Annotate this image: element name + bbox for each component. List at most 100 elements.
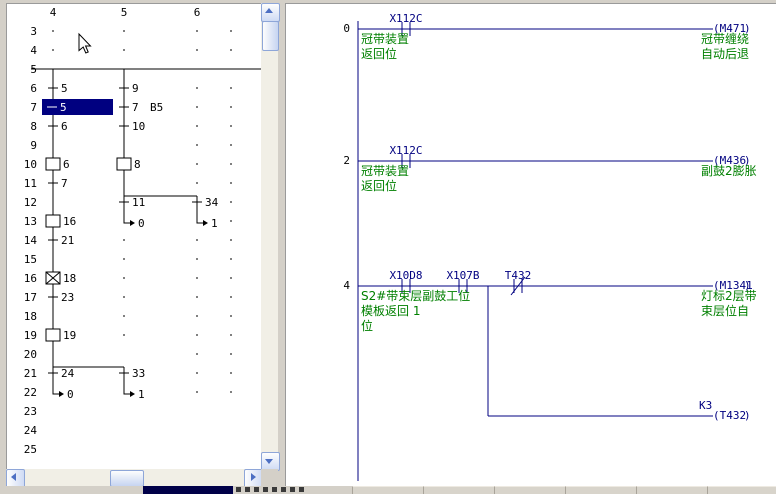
sfc-transition-21[interactable]: 21	[48, 234, 74, 247]
grid-dot	[230, 182, 232, 184]
statusbar-button[interactable]	[707, 486, 776, 494]
sfc-step-19[interactable]: 19	[46, 329, 76, 342]
sfc-transition-11[interactable]: 11	[119, 196, 145, 209]
transition-number: 6	[61, 120, 68, 133]
grid-dot	[196, 277, 198, 279]
horizontal-scroll-thumb[interactable]	[110, 470, 144, 487]
grid-dot	[196, 87, 198, 89]
step-number: 16	[63, 215, 76, 228]
sfc-jump-1[interactable]: 1	[124, 385, 145, 401]
jump-target: 0	[138, 217, 145, 230]
grid-dot	[230, 296, 232, 298]
transition-number: 7	[61, 177, 68, 190]
sfc-jump-0[interactable]: 0	[124, 214, 145, 230]
sfc-transition-7[interactable]: 7 B5	[119, 101, 163, 114]
grid-dot	[230, 258, 232, 260]
statusbar-dark-field	[143, 486, 233, 494]
sfc-transition-33[interactable]: 33	[119, 367, 145, 380]
sfc-transition-23[interactable]: 23	[48, 291, 74, 304]
sfc-row-number: 8	[30, 120, 37, 133]
statusbar-button[interactable]	[636, 486, 708, 494]
transition-number: 10	[132, 120, 145, 133]
statusbar-button[interactable]	[352, 486, 424, 494]
grid-dot	[123, 296, 125, 298]
sfc-stepx-18[interactable]: 18	[46, 272, 76, 285]
jump-target: 1	[211, 217, 218, 230]
sfc-transition-10[interactable]: 10	[119, 120, 145, 133]
mouse-cursor	[79, 34, 91, 53]
grid-dot	[196, 334, 198, 336]
arrow-left-icon	[11, 473, 16, 481]
sfc-selected-label: 5	[60, 101, 67, 114]
grid-dot	[196, 106, 198, 108]
step-number: 6	[63, 158, 70, 171]
grid-dot	[196, 125, 198, 127]
sfc-row-number: 15	[24, 253, 37, 266]
sfc-transition-5[interactable]: 5	[48, 82, 68, 95]
sfc-step-6[interactable]: 6	[46, 158, 70, 171]
sfc-row-number: 3	[30, 25, 37, 38]
grid-dot	[230, 49, 232, 51]
sfc-transition-34[interactable]: 34	[192, 196, 219, 209]
sfc-jump-1[interactable]: 1	[197, 214, 218, 230]
transition-number: 34	[205, 196, 219, 209]
ladder-editor-pane[interactable]: 0X112C冠带装置返回位(M471)冠带缠绕自动后退2X112C冠带装置返回位…	[285, 3, 776, 487]
grid-dot	[230, 334, 232, 336]
sfc-row-number: 22	[24, 386, 37, 399]
sfc-vertical-scrollbar[interactable]	[261, 3, 278, 469]
application-window: 4563456789101112131415161718192021222324…	[0, 0, 776, 494]
sfc-step-8[interactable]: 8	[117, 158, 141, 171]
grid-dot	[230, 239, 232, 241]
grid-dot	[230, 277, 232, 279]
step-number: 8	[134, 158, 141, 171]
step-number: 19	[63, 329, 76, 342]
statusbar-button[interactable]	[565, 486, 637, 494]
sfc-transition-7[interactable]: 7	[48, 177, 68, 190]
grid-dot	[196, 182, 198, 184]
transition-number: 21	[61, 234, 74, 247]
statusbar-button[interactable]	[494, 486, 566, 494]
sfc-transition-24[interactable]: 24	[48, 367, 75, 380]
scroll-up-button[interactable]	[261, 3, 280, 22]
grid-dot	[123, 334, 125, 336]
statusbar-button[interactable]	[423, 486, 495, 494]
grid-dot	[196, 296, 198, 298]
grid-dot	[230, 201, 232, 203]
block-tag: B5	[150, 101, 163, 114]
sfc-row-number: 11	[24, 177, 37, 190]
sfc-row-number: 25	[24, 443, 37, 456]
grid-dot	[196, 315, 198, 317]
sfc-step-16[interactable]: 16	[46, 215, 76, 228]
sfc-row-number: 16	[24, 272, 37, 285]
transition-number: 24	[61, 367, 75, 380]
grid-dot	[196, 258, 198, 260]
sfc-diagram-area[interactable]: 4563456789101112131415161718192021222324…	[6, 3, 262, 470]
sfc-row-number: 18	[24, 310, 37, 323]
grid-dot	[230, 315, 232, 317]
sfc-diagram[interactable]: 4563456789101112131415161718192021222324…	[7, 4, 262, 470]
sfc-column-header: 6	[194, 6, 201, 19]
sfc-row-number: 6	[30, 82, 37, 95]
grid-dot	[230, 353, 232, 355]
grid-dot	[123, 277, 125, 279]
vertical-scroll-thumb[interactable]	[262, 21, 279, 51]
jump-target: 1	[138, 388, 145, 401]
ladder-diagram[interactable]	[286, 4, 776, 487]
sfc-jump-0[interactable]: 0	[53, 385, 74, 401]
sfc-row-number: 20	[24, 348, 37, 361]
sfc-row-number: 13	[24, 215, 37, 228]
sfc-row-number: 19	[24, 329, 37, 342]
grid-dot	[230, 106, 232, 108]
transition-number: 7	[132, 101, 139, 114]
sfc-row-number: 7	[30, 101, 37, 114]
sfc-transition-6[interactable]: 6	[48, 120, 68, 133]
sfc-row-number: 12	[24, 196, 37, 209]
grid-dot	[230, 87, 232, 89]
sfc-row-number: 10	[24, 158, 37, 171]
sfc-horizontal-scrollbar[interactable]	[6, 469, 261, 486]
transition-number: 33	[132, 367, 145, 380]
step-number: 18	[63, 272, 76, 285]
sfc-row-number: 24	[24, 424, 38, 437]
sfc-transition-9[interactable]: 9	[119, 82, 139, 95]
grid-dot	[52, 30, 54, 32]
